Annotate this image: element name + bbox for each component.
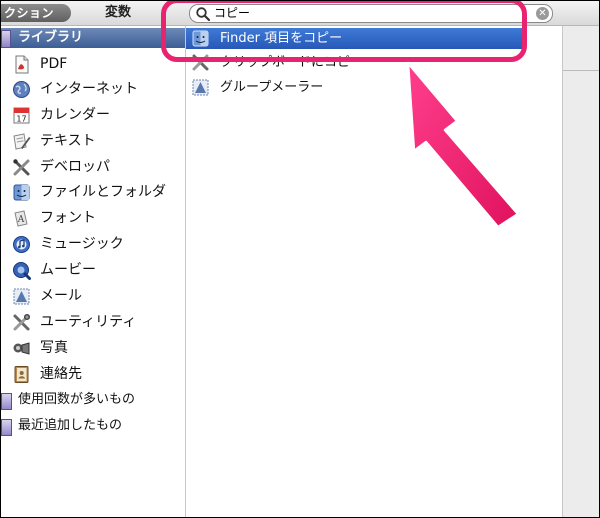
library-item-utilities[interactable]: ユーティリティ — [1, 310, 185, 334]
library-item-contacts[interactable]: 連絡先 — [1, 362, 185, 386]
library-item-mail[interactable]: メール — [1, 284, 185, 308]
library-item-label: 連絡先 — [40, 366, 82, 382]
smart-group-icon — [1, 393, 12, 410]
library-item-label: メール — [40, 288, 82, 304]
library-item-label: ムービー — [40, 262, 96, 278]
smart-group-most-used[interactable]: 使用回数が多いもの — [1, 388, 185, 412]
library-item-files-folders[interactable]: ファイルとフォルダ — [1, 180, 185, 204]
internet-globe-icon — [13, 81, 30, 98]
automator-window: クション 変数 コピー ✕ ライブラリ PDF インターネット 17 カレンダー… — [0, 0, 600, 518]
library-item-movies[interactable]: ムービー — [1, 258, 185, 282]
text-pen-icon — [13, 133, 31, 150]
result-item-group-mailer[interactable]: グループメーラー — [186, 77, 526, 98]
library-item-label: フォント — [40, 210, 96, 226]
library-item-label: ミュージック — [40, 236, 124, 252]
library-icon — [1, 30, 11, 48]
library-item-text[interactable]: テキスト — [1, 129, 185, 153]
library-item-pdf[interactable]: PDF — [1, 52, 185, 76]
library-header[interactable]: ライブラリ — [1, 28, 185, 48]
library-panel: ライブラリ PDF インターネット 17 カレンダー テキスト デベロッパ ファ… — [1, 26, 186, 517]
library-item-label: テキスト — [40, 133, 96, 149]
library-item-label: デベロッパ — [40, 159, 110, 175]
library-item-label: インターネット — [40, 81, 138, 97]
contacts-icon — [14, 366, 29, 383]
mail-stamp-icon — [192, 79, 209, 96]
library-item-calendar[interactable]: 17 カレンダー — [1, 103, 185, 127]
library-item-photos[interactable]: 写真 — [1, 336, 185, 360]
library-item-music[interactable]: ミュージック — [1, 232, 185, 256]
library-item-developer[interactable]: デベロッパ — [1, 155, 185, 179]
pane-divider — [563, 70, 599, 71]
library-item-label: ユーティリティ — [40, 314, 137, 330]
action-results-list: Finder 項目をコピー クリップボードにコピー グループメーラー — [186, 26, 563, 517]
library-item-internet[interactable]: インターネット — [1, 77, 185, 101]
clear-search-icon[interactable]: ✕ — [536, 7, 549, 20]
annotation-highlight-box — [161, 1, 527, 62]
pdf-icon — [15, 55, 29, 74]
variables-tab[interactable]: 変数 — [105, 4, 131, 22]
smart-group-recently-added[interactable]: 最近追加したもの — [1, 414, 185, 438]
library-item-fonts[interactable]: A フォント — [1, 206, 185, 230]
actions-tab[interactable]: クション — [1, 4, 71, 22]
finder-icon — [13, 184, 30, 201]
workflow-pane-edge — [563, 26, 599, 517]
library-header-label: ライブラリ — [18, 30, 84, 45]
developer-tools-icon — [13, 159, 30, 176]
photo-icon — [13, 342, 30, 355]
smart-group-label: 使用回数が多いもの — [18, 392, 136, 407]
music-icon — [13, 236, 30, 253]
svg-text:17: 17 — [16, 115, 26, 124]
library-item-label: ファイルとフォルダ — [40, 184, 166, 200]
movie-icon — [13, 262, 31, 280]
smart-group-label: 最近追加したもの — [18, 418, 123, 433]
calendar-icon: 17 — [13, 107, 30, 124]
svg-text:A: A — [17, 215, 25, 225]
mail-stamp-icon — [13, 288, 30, 305]
library-item-label: カレンダー — [40, 107, 110, 123]
library-item-label: PDF — [40, 56, 68, 72]
smart-group-icon — [1, 419, 12, 436]
utilities-icon — [13, 313, 31, 331]
library-item-label: 写真 — [40, 340, 68, 356]
result-item-label: グループメーラー — [220, 80, 324, 95]
font-icon: A — [14, 210, 28, 227]
